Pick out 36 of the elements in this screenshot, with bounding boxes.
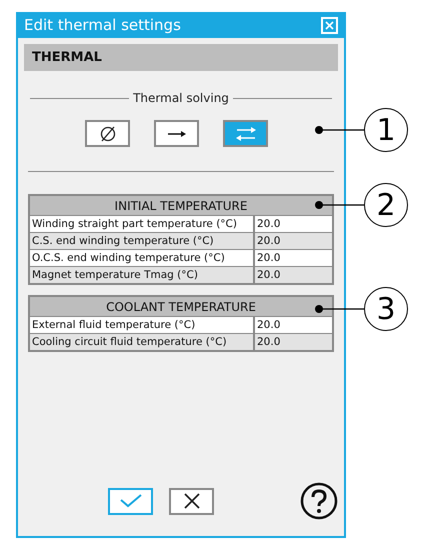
- value-field[interactable]: 20.0: [255, 334, 332, 350]
- help-button[interactable]: [300, 482, 338, 520]
- callout-number: 2: [364, 183, 408, 227]
- section-header: THERMAL: [24, 44, 338, 71]
- value-field[interactable]: 20.0: [255, 233, 332, 249]
- callout-number: 3: [364, 287, 408, 331]
- window-title: Edit thermal settings: [24, 14, 181, 36]
- table-cell: Winding straight part temperature (°C): [30, 216, 253, 232]
- cancel-icon: [184, 493, 200, 509]
- leader-line: [314, 125, 364, 135]
- help-icon: [300, 482, 338, 520]
- value-field[interactable]: 20.0: [255, 216, 332, 232]
- table-cell: External fluid temperature (°C): [30, 317, 253, 333]
- table-cell: Cooling circuit fluid temperature (°C): [30, 334, 253, 350]
- value-field[interactable]: 20.0: [255, 267, 332, 283]
- solving-mode-button[interactable]: [154, 120, 199, 147]
- value-field[interactable]: 20.0: [255, 250, 332, 266]
- cancel-button[interactable]: [169, 488, 214, 514]
- group-label: Thermal solving: [133, 90, 229, 107]
- table-cell: C.S. end winding temperature (°C): [30, 233, 253, 249]
- swap-arrows-icon: [234, 126, 256, 142]
- close-icon: [325, 20, 334, 30]
- solving-mode-button[interactable]: [85, 120, 130, 147]
- leader-line: [314, 200, 364, 210]
- right-arrow-icon: [166, 128, 186, 138]
- table-header: INITIAL TEMPERATURE: [30, 196, 332, 215]
- value-field[interactable]: 20.0: [255, 317, 332, 333]
- check-icon: [120, 494, 142, 508]
- callout-number: 1: [364, 108, 408, 152]
- table-header: COOLANT TEMPERATURE: [30, 297, 332, 316]
- table-cell: O.C.S. end winding temperature (°C): [30, 250, 253, 266]
- table-cell: Magnet temperature Tmag (°C): [30, 267, 253, 283]
- confirm-button[interactable]: [108, 488, 153, 514]
- empty-set-icon: [98, 124, 116, 142]
- close-button[interactable]: [321, 16, 338, 34]
- leader-line: [314, 304, 364, 314]
